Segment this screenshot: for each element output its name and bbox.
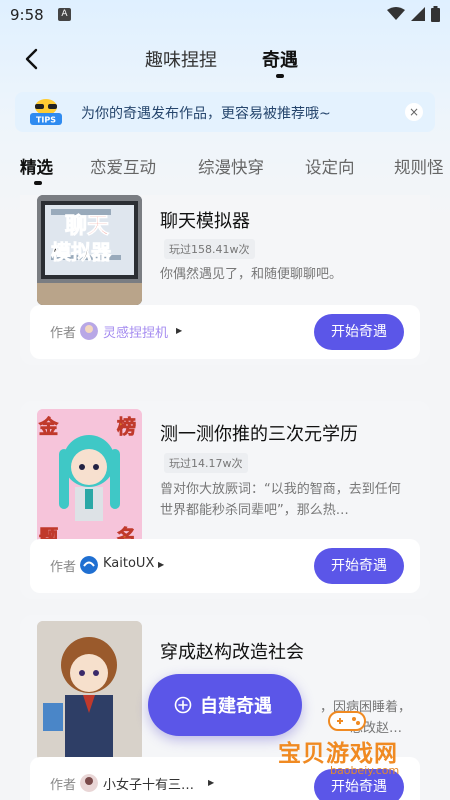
play-count: 玩过14.17w次 <box>164 453 248 473</box>
site-watermark: 宝贝游戏网 baobeiy.com <box>272 700 447 790</box>
battery-icon <box>431 6 440 22</box>
watermark-url: baobeiy.com <box>330 764 400 777</box>
category-tab-featured[interactable]: 精选 <box>20 154 53 178</box>
chevron-right-icon: ▶ <box>176 326 183 335</box>
card-title: 穿成赵构改造社会 <box>160 642 304 663</box>
author-avatar <box>80 774 98 792</box>
svg-text:聊天: 聊天 <box>65 214 110 239</box>
notification-icon: A <box>58 8 71 21</box>
close-tips-button[interactable]: × <box>405 103 423 121</box>
tab-adventure[interactable]: 奇遇 <box>262 46 298 72</box>
card-thumbnail: 聊天 模拟器 <box>37 195 142 305</box>
adventure-card[interactable]: 金 榜 题 名 测一测你推的三次元学历 玩过14.17w次 曾对你大放厥词：“以… <box>20 401 430 599</box>
back-arrow-icon[interactable] <box>20 46 46 72</box>
card-thumbnail <box>37 621 142 761</box>
play-count: 玩过158.41w次 <box>164 239 255 259</box>
card-title: 测一测你推的三次元学历 <box>160 424 358 445</box>
author-label: 作者 <box>50 326 77 341</box>
svg-text:榜: 榜 <box>117 415 136 438</box>
tips-text: 为你的奇遇发布作品，更容易被推荐哦~ <box>81 106 331 122</box>
zhao-gou-thumbnail <box>37 621 142 761</box>
chat-simulator-thumbnail: 聊天 模拟器 <box>37 195 142 305</box>
status-icons <box>387 6 440 22</box>
author-name[interactable]: KaitoUX <box>103 556 154 571</box>
start-adventure-button[interactable]: 开始奇遇 <box>314 314 404 350</box>
author-label: 作者 <box>50 778 77 793</box>
tab-fun-pinch[interactable]: 趣味捏捏 <box>145 46 217 72</box>
author-label: 作者 <box>50 560 77 575</box>
plus-circle-icon <box>174 696 192 714</box>
category-tab-rules[interactable]: 规则怪 <box>394 154 444 178</box>
status-time: 9:58 <box>10 6 44 24</box>
create-adventure-label: 自建奇遇 <box>200 696 272 717</box>
category-tab-romance[interactable]: 恋爱互动 <box>90 154 156 178</box>
gold-list-thumbnail: 金 榜 题 名 <box>37 409 142 549</box>
svg-text:模拟器: 模拟器 <box>51 240 112 264</box>
chevron-right-icon: ▶ <box>158 560 165 569</box>
chevron-right-icon: ▶ <box>208 778 215 787</box>
svg-text:TIPS: TIPS <box>36 116 56 125</box>
tips-icon: TIPS <box>30 99 62 125</box>
author-avatar <box>80 322 98 340</box>
author-name[interactable]: 小女子十有三… <box>103 774 194 793</box>
category-tabs: 精选 恋爱互动 综漫快穿 设定向 规则怪 <box>0 150 450 190</box>
card-footer: 作者 灵感捏捏机 ▶ 开始奇遇 <box>30 305 420 359</box>
tab-indicator <box>276 74 284 78</box>
start-adventure-button[interactable]: 开始奇遇 <box>314 548 404 584</box>
top-nav: 趣味捏捏 奇遇 <box>0 40 450 80</box>
card-footer: 作者 KaitoUX ▶ 开始奇遇 <box>30 539 420 593</box>
signal-icon <box>411 7 425 21</box>
card-description: 你偶然遇见了，和随便聊聊吧。 <box>160 267 343 282</box>
card-description: 曾对你大放厥词：“以我的智商，去到任何世界都能秒杀同辈吧”，那么热… <box>160 482 401 518</box>
svg-text:金: 金 <box>38 415 59 438</box>
status-bar: 9:58 A <box>0 0 450 30</box>
author-name[interactable]: 灵感捏捏机 <box>103 322 168 341</box>
card-thumbnail: 金 榜 题 名 <box>37 409 142 549</box>
tips-banner: TIPS 为你的奇遇发布作品，更容易被推荐哦~ × <box>15 92 435 132</box>
watermark-title: 宝贝游戏网 <box>278 741 398 767</box>
wifi-icon <box>387 7 405 20</box>
adventure-card[interactable]: 聊天 模拟器 聊天模拟器 玩过158.41w次 你偶然遇见了，和随便聊聊吧。 作… <box>20 195 430 365</box>
category-indicator <box>34 181 42 185</box>
author-avatar <box>80 556 98 574</box>
gamepad-icon <box>328 711 366 731</box>
category-tab-anime[interactable]: 综漫快穿 <box>198 154 264 178</box>
category-tab-setting[interactable]: 设定向 <box>305 154 355 178</box>
card-title: 聊天模拟器 <box>160 211 250 232</box>
